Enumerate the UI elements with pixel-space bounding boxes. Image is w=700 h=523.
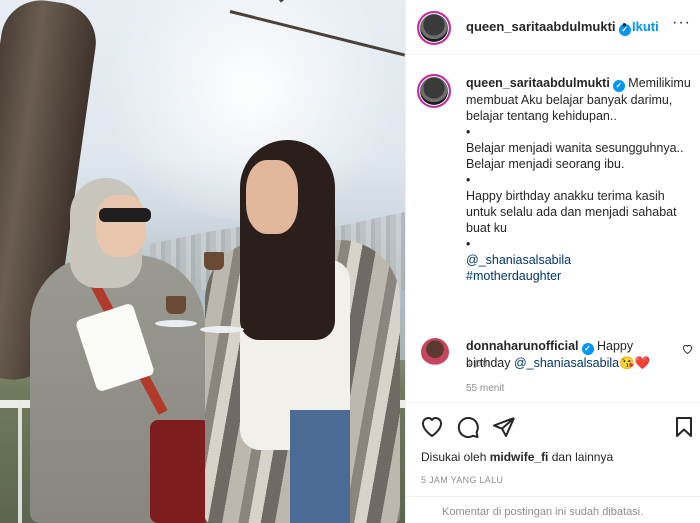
comment-timestamp[interactable]: 55 menit <box>466 383 504 394</box>
heart-icon[interactable] <box>420 415 444 439</box>
comment-icon[interactable] <box>456 415 480 439</box>
bookmark-icon[interactable] <box>672 415 696 439</box>
caption-bullet: • <box>466 173 471 187</box>
caption-hashtag[interactable]: #motherdaughter <box>466 268 692 284</box>
share-icon[interactable] <box>492 415 516 439</box>
commenter-avatar[interactable] <box>421 338 449 366</box>
author-username[interactable]: queen_saritaabdulmukti ✓ <box>466 19 631 36</box>
verified-icon: ✓ <box>581 343 594 355</box>
verified-icon: ✓ <box>612 80 625 92</box>
woman-left-face <box>96 195 146 257</box>
likes-summary[interactable]: Disukai oleh midwife_fi dan lainnya <box>421 450 613 464</box>
separator-dot: • <box>622 17 627 32</box>
woman-right-face <box>246 160 298 234</box>
post-photo[interactable] <box>0 0 405 523</box>
post-date[interactable]: 5 JAM YANG LALU <box>421 475 503 485</box>
likes-user[interactable]: midwife_fi <box>490 450 549 464</box>
comment-like-icon[interactable] <box>682 344 693 357</box>
comments-restricted-text: Komentar di postingan ini sudah dibatasi… <box>442 506 644 518</box>
more-options-icon[interactable]: ··· <box>672 14 691 32</box>
post-header: queen_saritaabdulmukti ✓ • Ikuti ··· <box>406 0 700 55</box>
caption-text: queen_saritaabdulmukti ✓ Memilikimu membu… <box>466 75 692 284</box>
saucer <box>155 320 197 327</box>
comments-restricted-notice: Komentar di postingan ini sudah dibatasi… <box>406 496 700 523</box>
action-bar <box>406 402 700 447</box>
caption-line-4: Happy birthday anakku terima kasih untuk… <box>466 189 677 235</box>
likes-suffix[interactable]: dan lainnya <box>552 450 613 464</box>
tea-cup <box>204 252 224 270</box>
comment-mention[interactable]: @_shaniasalsabila <box>514 356 619 370</box>
author-avatar[interactable] <box>417 11 451 45</box>
caption-username[interactable]: queen_saritaabdulmukti <box>466 76 610 90</box>
sunglasses <box>99 208 151 222</box>
commenter-username[interactable]: donnaharunofficial <box>466 339 579 353</box>
caption-line-2: Belajar menjadi wanita sesungguhnya.. <box>466 141 684 155</box>
caption-mention[interactable]: @_shaniasalsabila <box>466 252 692 268</box>
woman-right-jeans <box>290 410 350 523</box>
red-handbag <box>150 420 210 523</box>
caption-line-3: Belajar menjadi seorang ibu. <box>466 157 625 171</box>
follow-button[interactable]: Ikuti <box>632 19 659 34</box>
caption-author-avatar[interactable] <box>417 74 451 108</box>
comment-emojis: 😘❤️ <box>619 356 651 370</box>
tea-cup <box>166 296 186 314</box>
comment-text: donnaharunofficial ✓ Happy birthday @_sha… <box>466 338 671 371</box>
caption-bullet: • <box>466 237 471 251</box>
caption-bullet: • <box>466 125 471 139</box>
saucer <box>200 326 244 333</box>
username-text[interactable]: queen_saritaabdulmukti <box>466 19 616 34</box>
post-panel: queen_saritaabdulmukti ✓ • Ikuti ··· quee… <box>405 0 700 523</box>
likes-prefix: Disukai oleh <box>421 450 487 464</box>
